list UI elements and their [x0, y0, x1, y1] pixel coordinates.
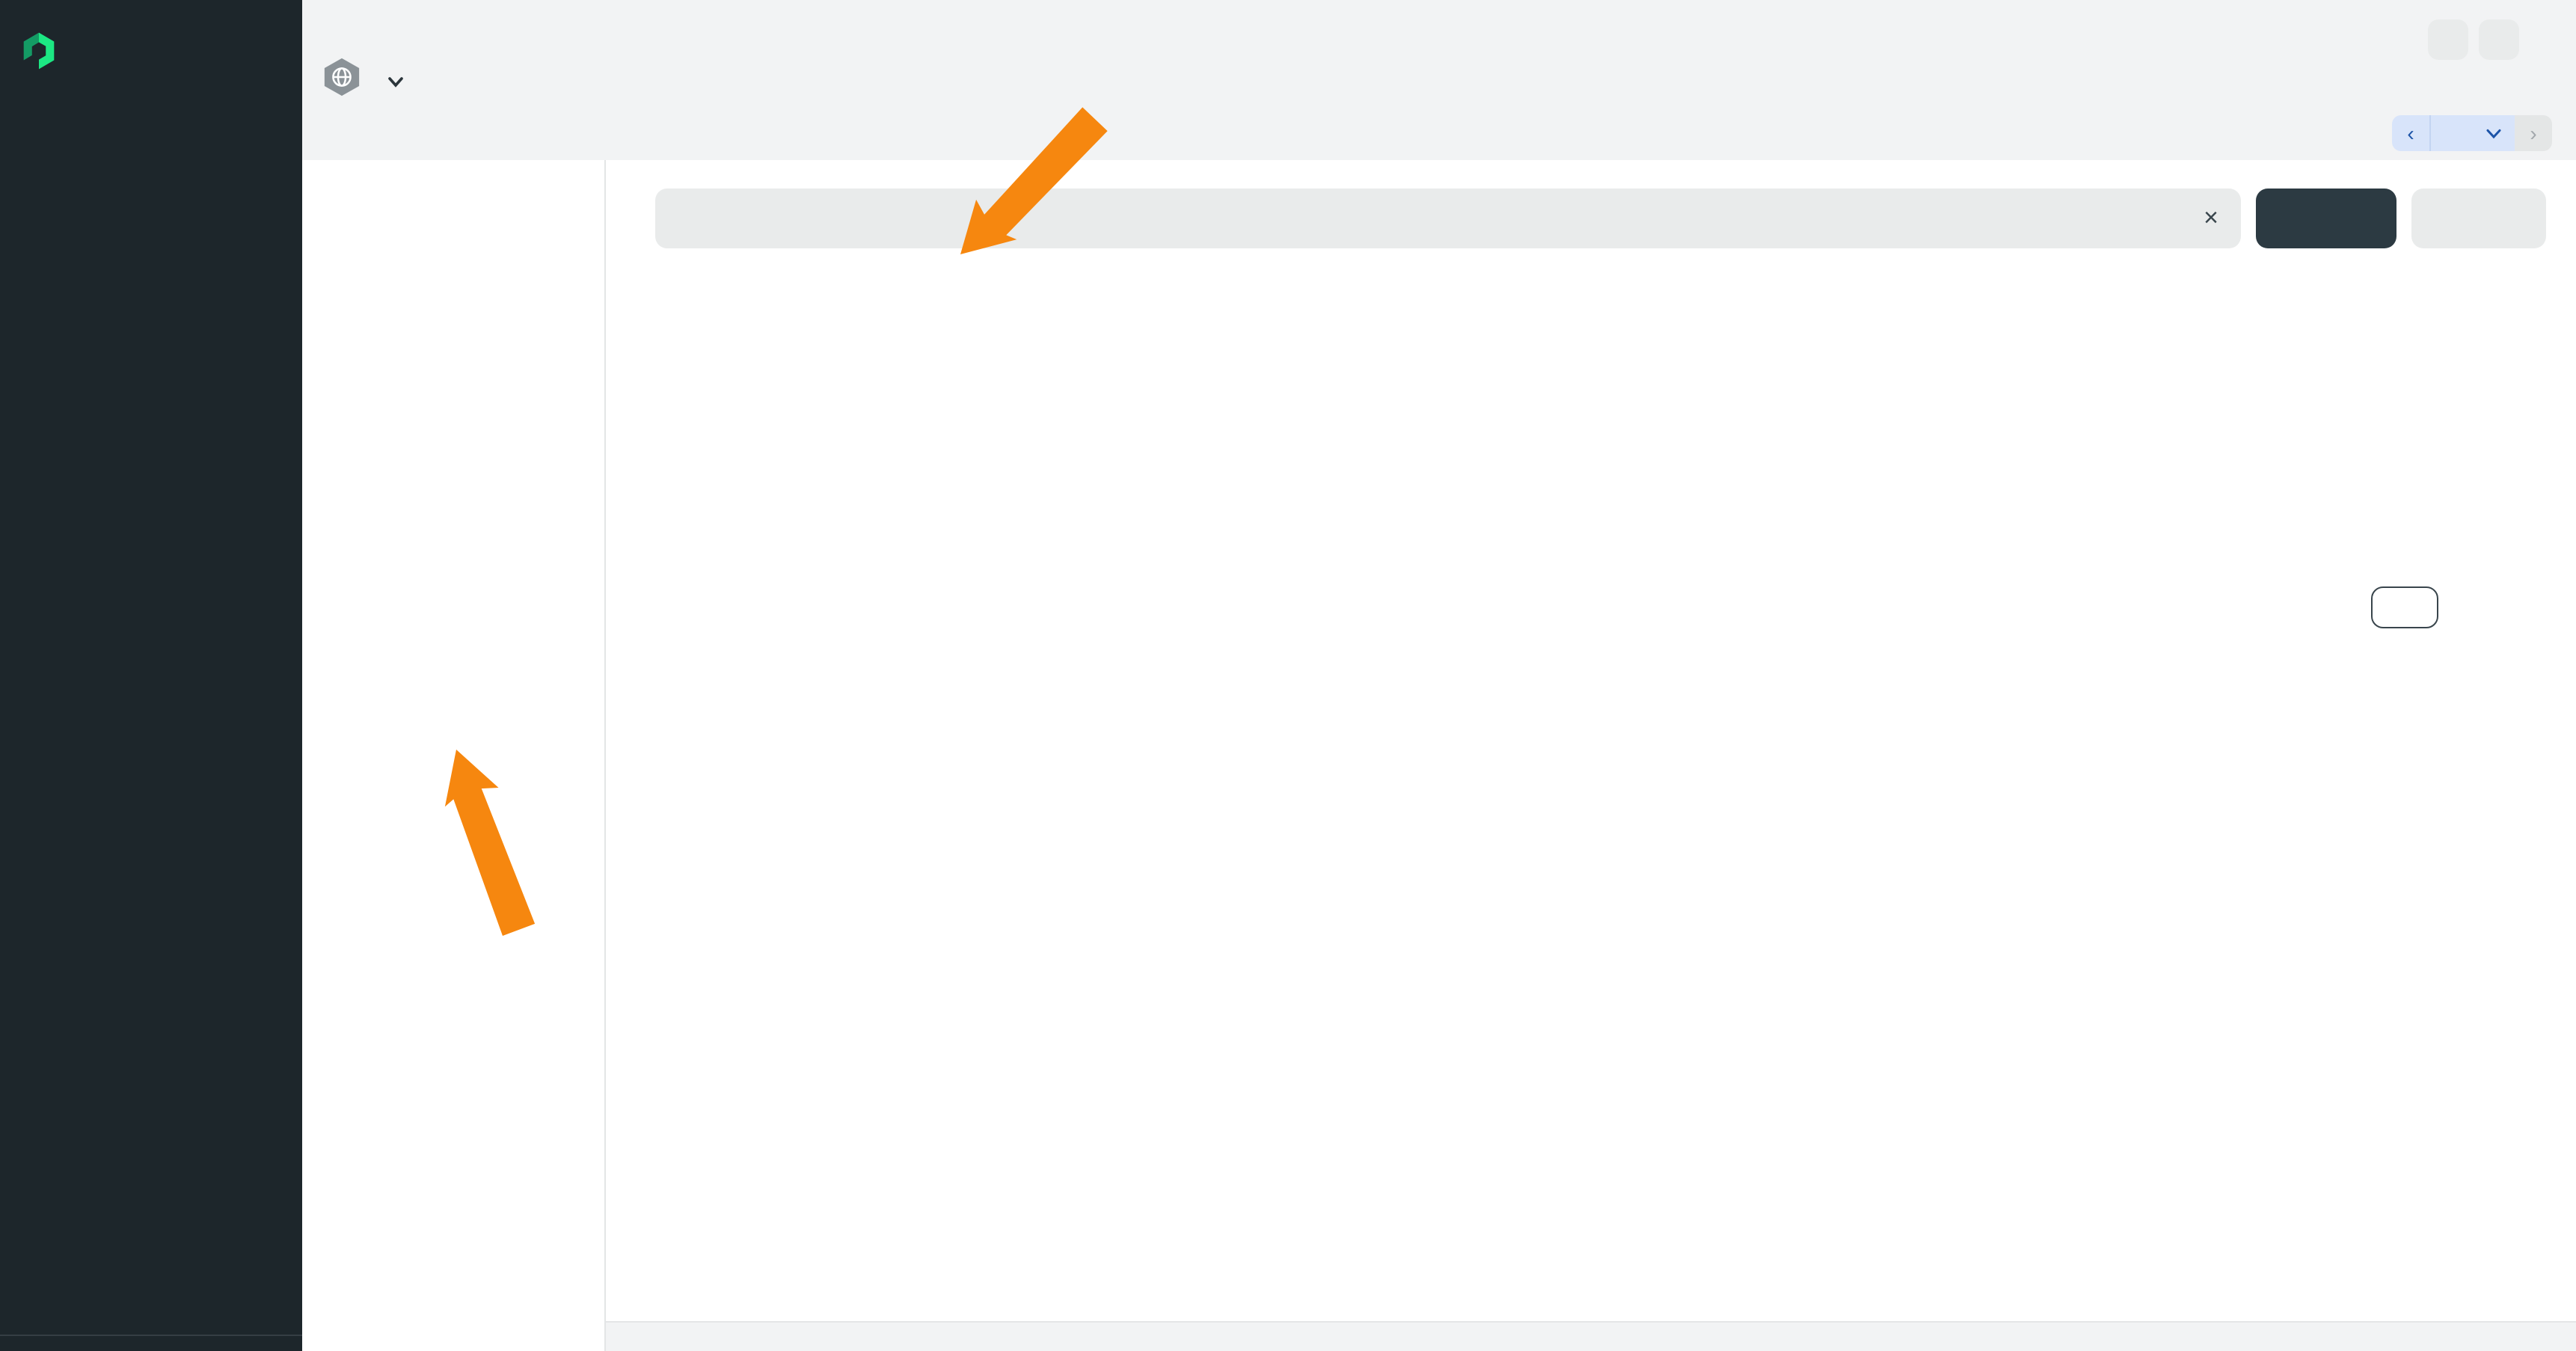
search-icon [673, 207, 696, 230]
global-nav-footer [0, 1335, 302, 1351]
chart-legend [660, 527, 723, 539]
copy-link-button[interactable] [2479, 19, 2519, 60]
new-relic-logo-icon [21, 31, 57, 77]
link-icon [2488, 28, 2510, 51]
external-link-icon [2389, 597, 2410, 618]
page-header: ‹ › [302, 0, 2576, 160]
open-in-logs-button[interactable] [2371, 586, 2438, 628]
time-range-dropdown[interactable] [2431, 115, 2515, 151]
main-content: × [606, 160, 2576, 1351]
all-logs-dot-icon [703, 527, 715, 539]
time-forward-button[interactable]: › [2515, 115, 2552, 151]
help-icon [2437, 28, 2459, 51]
app-window: ‹ › × [0, 0, 2576, 1351]
chevron-down-icon [2486, 128, 2501, 138]
new-relic-logo[interactable] [0, 0, 302, 84]
query-logs-button[interactable] [2256, 189, 2396, 248]
legend-item-errors[interactable] [660, 527, 679, 539]
clear-query-icon[interactable]: × [2199, 203, 2223, 233]
global-sidebar [0, 0, 302, 1351]
nrql-button[interactable] [2411, 189, 2546, 248]
breadcrumb [320, 19, 332, 40]
time-back-button[interactable]: ‹ [2392, 115, 2431, 151]
legend-item-all-logs[interactable] [703, 527, 723, 539]
terminal-icon [2462, 207, 2485, 230]
window-buttons [2428, 19, 2519, 60]
entity-title-dropdown[interactable] [378, 60, 404, 97]
errors-dot-icon [660, 527, 672, 539]
service-sidebar [302, 160, 606, 1351]
entity-hexagon-icon [320, 57, 364, 97]
log-query-bar: × [655, 189, 2241, 248]
help-circle-button[interactable] [2428, 19, 2468, 60]
chevron-down-icon [387, 64, 404, 97]
clock-icon [2444, 123, 2465, 144]
log-query-input[interactable] [709, 206, 2186, 231]
logs-timeseries-chart [655, 341, 2570, 506]
time-picker: ‹ › [2392, 115, 2552, 151]
table-footer-strip [606, 1321, 2576, 1351]
